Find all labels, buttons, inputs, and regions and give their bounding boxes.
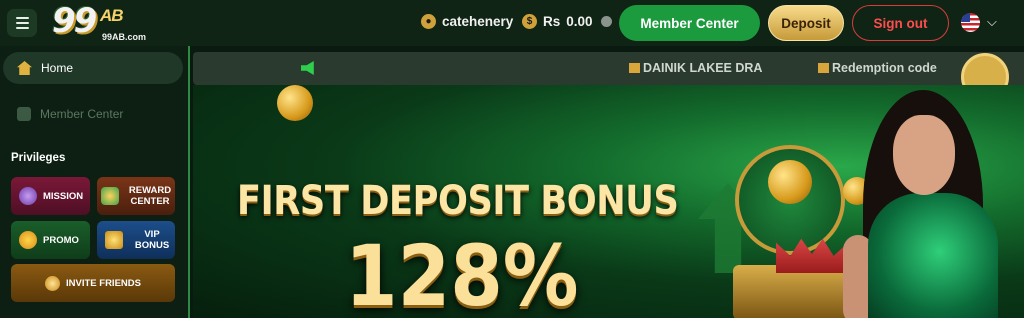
sidebar: Home Member Center Privileges MISSION RE… xyxy=(0,46,190,318)
promo-label: PROMO xyxy=(43,234,79,246)
home-icon xyxy=(17,61,32,75)
logo-ab: AB xyxy=(100,6,124,25)
privileges-title: Privileges xyxy=(11,152,66,164)
menu-icon[interactable] xyxy=(7,9,37,37)
mission-button[interactable]: MISSION xyxy=(11,177,90,215)
banner-percent: 128% xyxy=(345,227,579,318)
model-face xyxy=(893,115,955,195)
sidebar-item-member-center[interactable]: Member Center xyxy=(3,98,183,130)
announcement-text: DAINIK LAKEE DRA xyxy=(643,61,763,75)
logo-main: 99 xyxy=(52,1,97,41)
vip-bonus-label: VIP BONUS xyxy=(134,229,170,251)
invite-friends-label: INVITE FRIENDS xyxy=(66,277,141,289)
reward-center-label: REWARD CENTER xyxy=(128,185,172,207)
balance-amount: 0.00 xyxy=(566,14,593,29)
crown-icon xyxy=(105,231,123,249)
invite-icon xyxy=(45,275,61,291)
sidebar-item-label: Home xyxy=(41,61,74,75)
announcement-item[interactable]: Redemption code xyxy=(818,61,937,75)
megaphone-icon xyxy=(19,231,37,249)
user-icon: ● xyxy=(421,14,436,29)
currency: Rs xyxy=(543,14,561,29)
sidebar-item-home[interactable]: Home xyxy=(3,52,183,84)
balance: $ Rs 0.00 xyxy=(522,14,612,29)
logo[interactable]: 99 AB 99AB.com xyxy=(52,2,152,44)
sidebar-item-label: Member Center xyxy=(40,107,124,121)
announcement-bar[interactable]: DAINIK LAKEE DRA Redemption code xyxy=(193,52,1024,85)
username: catehenery xyxy=(442,14,514,29)
invite-friends-button[interactable]: INVITE FRIENDS xyxy=(11,264,175,302)
coin-icon: $ xyxy=(522,14,537,29)
member-icon xyxy=(17,107,31,121)
reward-center-button[interactable]: REWARD CENTER xyxy=(97,177,175,215)
top-bar: 99 AB 99AB.com ● catehenery $ Rs 0.00 Me… xyxy=(0,0,1024,46)
gift-icon xyxy=(629,63,640,73)
us-flag-icon[interactable] xyxy=(961,13,980,32)
coin-image xyxy=(277,85,313,121)
banner-title: FIRST DEPOSIT BONUS xyxy=(237,178,679,224)
coin-image xyxy=(768,160,812,204)
vip-bonus-button[interactable]: VIP BONUS xyxy=(97,221,175,259)
speaker-icon xyxy=(301,61,314,75)
user-info[interactable]: ● catehenery xyxy=(421,14,513,29)
logo-url: 99AB.com xyxy=(102,32,147,42)
mission-label: MISSION xyxy=(43,190,84,202)
gift-icon xyxy=(101,187,119,205)
announcement-item[interactable]: DAINIK LAKEE DRA xyxy=(629,61,762,75)
deposit-button[interactable]: Deposit xyxy=(768,5,844,41)
eye-icon[interactable] xyxy=(600,16,612,27)
model-dress xyxy=(868,193,998,318)
sign-out-button[interactable]: Sign out xyxy=(852,5,949,41)
promo-button[interactable]: PROMO xyxy=(11,221,90,259)
ticket-icon xyxy=(818,63,829,73)
promo-banner[interactable]: FIRST DEPOSIT BONUS 128% xyxy=(193,85,1024,318)
member-center-button[interactable]: Member Center xyxy=(619,5,760,41)
announcement-text: Redemption code xyxy=(832,61,937,75)
chevron-down-icon[interactable]: ⌵ xyxy=(987,14,997,30)
mission-icon xyxy=(19,187,37,205)
